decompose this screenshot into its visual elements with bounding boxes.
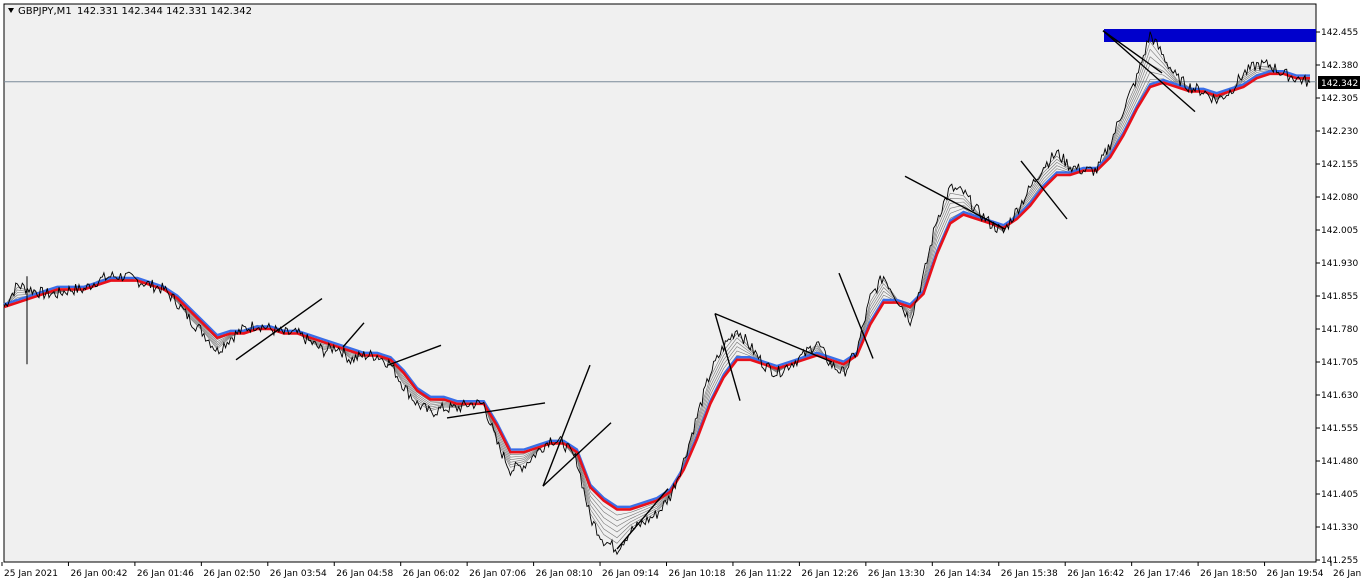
x-tick-label: 26 Jan 00:42: [70, 569, 127, 579]
x-tick-label: 26 Jan 04:58: [336, 569, 393, 579]
y-tick-label: 142.155: [1321, 160, 1358, 170]
x-tick-label: 26 Jan 17:46: [1134, 569, 1191, 579]
y-tick-label: 141.930: [1321, 259, 1358, 269]
x-tick-label: 26 Jan 01:46: [137, 569, 194, 579]
x-tick-label: 25 Jan 2021: [4, 569, 58, 579]
symbol-label: GBPJPY,M1: [18, 6, 72, 17]
y-tick-label: 142.230: [1321, 127, 1358, 137]
chart-window: 142.455 142.380 142.305 142.230 142.155 142.0…: [0, 0, 1362, 584]
x-tick-label: 26 Jan 13:30: [868, 569, 925, 579]
y-tick-label: 142.080: [1321, 193, 1358, 203]
y-tick-label: 142.305: [1321, 94, 1358, 104]
x-tick-label: 26 Jan 16:42: [1067, 569, 1124, 579]
price-chart[interactable]: 142.455 142.380 142.305 142.230 142.155 142.0…: [0, 0, 1362, 584]
y-tick-label: 141.480: [1321, 457, 1358, 467]
current-price-label: 142.342: [1321, 79, 1358, 89]
y-tick-label: 141.630: [1321, 391, 1358, 401]
x-tick-label: 26 Jan 11:22: [735, 569, 792, 579]
x-tick-label: 26 Jan 18:50: [1200, 569, 1257, 579]
x-tick-label: 26 Jan 20:58: [1333, 569, 1362, 579]
x-tick-label: 26 Jan 02:50: [203, 569, 260, 579]
x-tick-label: 26 Jan 14:34: [934, 569, 991, 579]
y-tick-label: 141.255: [1321, 556, 1358, 566]
x-tick-label: 26 Jan 03:54: [270, 569, 327, 579]
x-tick-label: 26 Jan 06:02: [403, 569, 460, 579]
y-tick-label: 141.555: [1321, 424, 1358, 434]
ohlc-values: 142.331 142.344 142.331 142.342: [77, 6, 252, 17]
x-tick-label: 26 Jan 12:26: [801, 569, 858, 579]
y-tick-label: 141.705: [1321, 358, 1358, 368]
y-tick-label: 141.855: [1321, 292, 1358, 302]
y-tick-label: 142.455: [1321, 28, 1358, 38]
x-tick-label: 26 Jan 19:54: [1267, 569, 1324, 579]
x-tick-label: 26 Jan 09:14: [602, 569, 659, 579]
y-tick-label: 141.330: [1321, 523, 1358, 533]
current-price-tag: 142.342: [1318, 76, 1360, 89]
chart-header: GBPJPY,M1 142.331 142.344 142.331 142.34…: [8, 6, 252, 17]
y-tick-label: 141.405: [1321, 490, 1358, 500]
x-tick-label: 26 Jan 15:38: [1001, 569, 1058, 579]
x-tick-label: 26 Jan 08:10: [536, 569, 593, 579]
supply-zone-rect: [1104, 29, 1316, 42]
plot-area[interactable]: [3, 3, 1317, 563]
y-tick-label: 141.780: [1321, 325, 1358, 335]
x-tick-label: 26 Jan 07:06: [469, 569, 526, 579]
y-tick-label: 142.005: [1321, 226, 1358, 236]
x-tick-label: 26 Jan 10:18: [669, 569, 726, 579]
y-tick-label: 142.380: [1321, 61, 1358, 71]
